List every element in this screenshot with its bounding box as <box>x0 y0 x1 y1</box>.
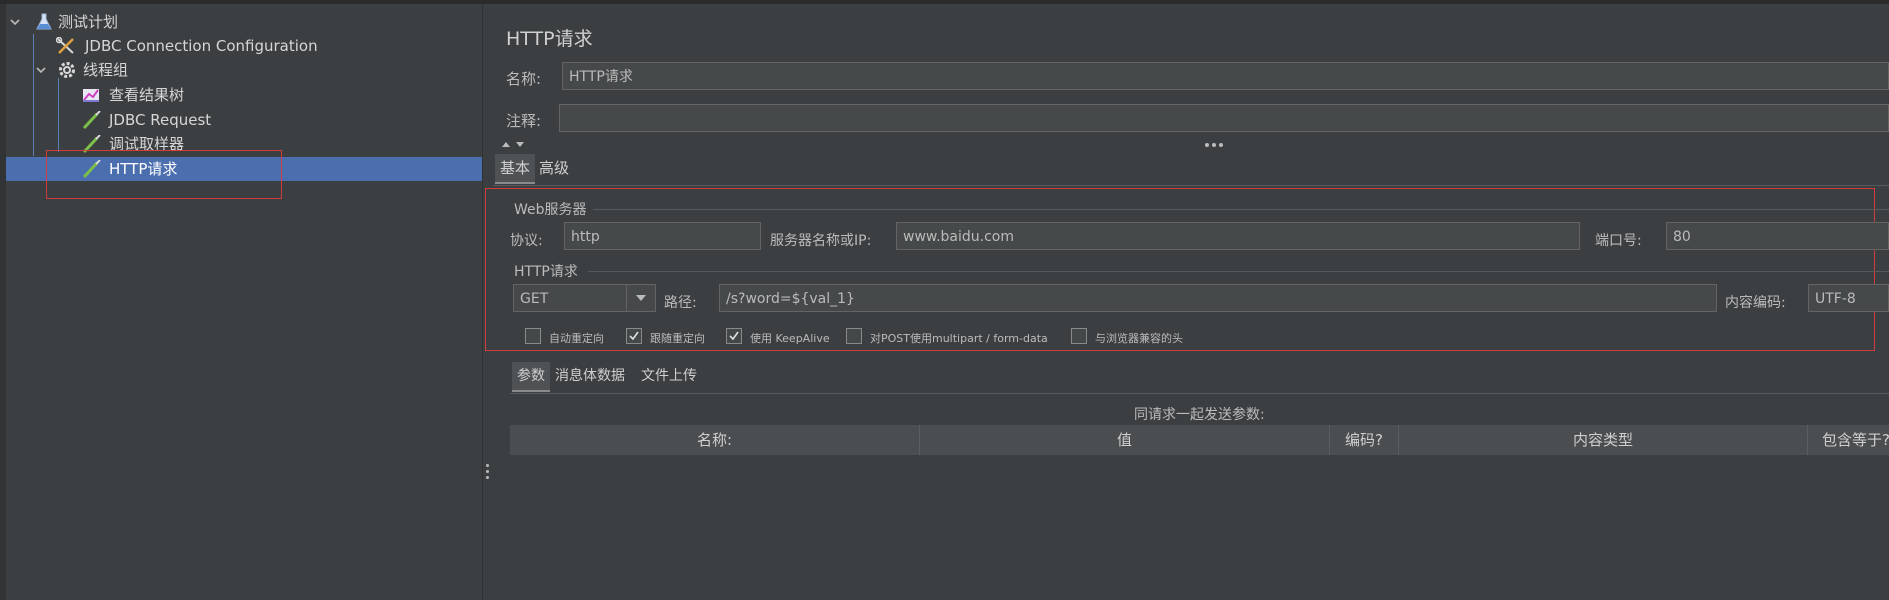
auto-redirect-label: 自动重定向 <box>549 332 604 345</box>
tree-item-label: JDBC Connection Configuration <box>85 37 318 55</box>
tab-divider <box>510 393 1889 394</box>
protocol-field[interactable]: http <box>564 222 761 250</box>
follow-redirect-label: 跟随重定向 <box>650 332 705 345</box>
pipette-icon <box>82 160 101 178</box>
tree-item-label: 调试取样器 <box>109 135 185 153</box>
column-content-type[interactable]: 内容类型 <box>1399 425 1808 455</box>
multipart-checkbox[interactable] <box>846 328 862 344</box>
params-caption: 同请求一起发送参数: <box>1134 407 1265 423</box>
tree-item-thread-group[interactable]: 线程组 <box>6 58 482 82</box>
browser-headers-label: 与浏览器兼容的头 <box>1095 332 1183 345</box>
encoding-field[interactable]: UTF-8 <box>1808 284 1889 312</box>
params-table-body[interactable] <box>510 456 1889 600</box>
params-table-header: 名称: 值 编码? 内容类型 包含等于? <box>510 425 1889 455</box>
comment-field[interactable] <box>559 104 1889 132</box>
tab-advanced[interactable]: 高级 <box>534 154 574 182</box>
tree-item-label: 线程组 <box>83 61 129 79</box>
chart-icon <box>83 89 99 102</box>
multipart-label: 对POST使用multipart / form-data <box>870 332 1048 345</box>
web-server-group-label: Web服务器 <box>514 202 587 218</box>
method-select[interactable]: GET <box>513 284 656 312</box>
tree-item-test-plan[interactable]: 测试计划 <box>6 10 482 34</box>
highlight-box <box>485 188 1875 351</box>
auto-redirect-checkbox[interactable] <box>525 328 541 344</box>
method-dropdown-button[interactable] <box>626 285 655 311</box>
browser-headers-checkbox[interactable] <box>1071 328 1087 344</box>
encoding-label: 内容编码: <box>1725 295 1786 311</box>
group-divider <box>588 271 1889 272</box>
column-value[interactable]: 值 <box>920 425 1330 455</box>
keepalive-label: 使用 KeepAlive <box>750 332 830 345</box>
keepalive-checkbox[interactable] <box>726 328 742 344</box>
tree-item-jdbc-connection[interactable]: JDBC Connection Configuration <box>6 34 482 58</box>
port-label: 端口号: <box>1595 233 1642 249</box>
checkmark-icon <box>729 331 739 341</box>
checkmark-icon <box>629 331 639 341</box>
chevron-down-icon[interactable] <box>10 17 20 27</box>
tree-item-label: JDBC Request <box>109 111 212 129</box>
tab-basic[interactable]: 基本 <box>495 154 536 184</box>
gear-icon <box>59 62 75 78</box>
page-title: HTTP请求 <box>506 28 593 50</box>
path-field[interactable]: /s?word=${val_1} <box>719 284 1717 312</box>
tree-item-label: HTTP请求 <box>109 160 178 178</box>
server-field[interactable]: www.baidu.com <box>896 222 1580 250</box>
collapse-arrows-icon[interactable] <box>499 140 529 150</box>
tab-body-data[interactable]: 消息体数据 <box>550 362 630 390</box>
column-name[interactable]: 名称: <box>510 425 920 455</box>
splitter-handle-icon[interactable] <box>486 464 489 482</box>
tab-file-upload[interactable]: 文件上传 <box>636 362 702 390</box>
chevron-down-icon[interactable] <box>36 65 46 75</box>
column-encode[interactable]: 编码? <box>1330 425 1399 455</box>
http-request-group-label: HTTP请求 <box>514 264 578 280</box>
chevron-down-icon <box>636 295 646 301</box>
more-dots-icon[interactable] <box>1204 142 1224 148</box>
name-field[interactable]: HTTP请求 <box>562 62 1889 90</box>
test-plan-tree[interactable]: 测试计划 JDBC Connection Configuration 线程组 查… <box>6 4 482 600</box>
tree-item-view-results-tree[interactable]: 查看结果树 <box>6 83 482 107</box>
follow-redirect-checkbox[interactable] <box>626 328 642 344</box>
http-request-panel: HTTP请求 名称: HTTP请求 注释: 基本 高级 Web服务器 协议: h… <box>485 4 1889 600</box>
pipette-icon <box>82 135 101 153</box>
method-value: GET <box>520 291 549 307</box>
pipette-icon <box>82 111 101 129</box>
name-label: 名称: <box>506 70 542 88</box>
protocol-label: 协议: <box>510 233 543 249</box>
server-label: 服务器名称或IP: <box>770 233 872 249</box>
column-include-equals[interactable]: 包含等于? <box>1808 425 1889 455</box>
tab-divider <box>493 185 1889 186</box>
comment-label: 注释: <box>506 112 542 130</box>
tree-item-jdbc-request[interactable]: JDBC Request <box>6 108 482 132</box>
tree-item-label: 测试计划 <box>58 13 119 31</box>
tree-item-http-request[interactable]: HTTP请求 <box>6 157 482 181</box>
port-field[interactable]: 80 <box>1666 222 1889 250</box>
tree-item-debug-sampler[interactable]: 调试取样器 <box>6 132 482 156</box>
wrench-icon <box>56 37 74 54</box>
flask-icon <box>36 13 52 30</box>
tab-parameters[interactable]: 参数 <box>512 362 550 392</box>
path-label: 路径: <box>664 295 697 311</box>
tree-item-label: 查看结果树 <box>109 86 185 104</box>
group-divider <box>593 209 1889 210</box>
